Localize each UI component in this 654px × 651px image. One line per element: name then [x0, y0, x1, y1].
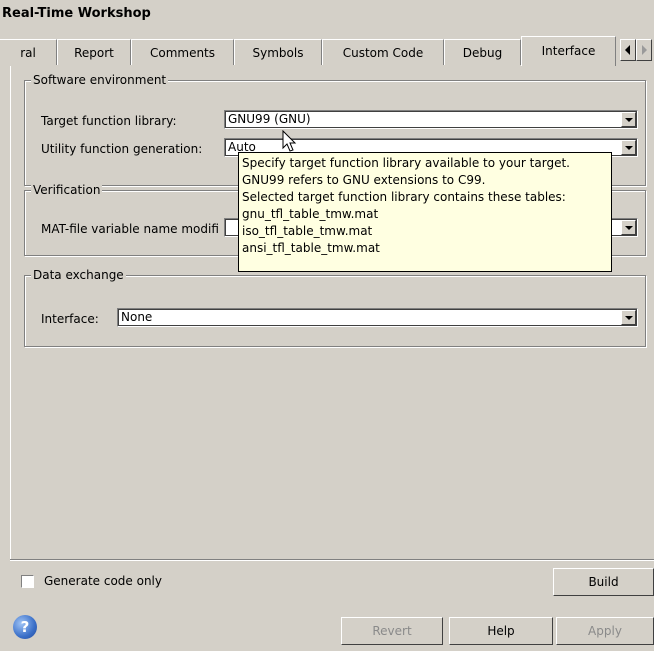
tfl-select[interactable]: GNU99 (GNU)	[224, 110, 638, 129]
tooltip-line: gnu_tfl_table_tmw.mat	[242, 207, 379, 221]
tab-scroll-left-button[interactable]	[620, 39, 636, 61]
apply-button[interactable]: Apply	[556, 617, 654, 645]
tooltip-line: Specify target function library availabl…	[242, 156, 570, 170]
arrow-right-icon	[642, 45, 647, 55]
tab-comments[interactable]: Comments	[131, 39, 234, 65]
tfl-value: GNU99 (GNU)	[228, 112, 311, 126]
tab-panel: Software environment Target function lib…	[10, 66, 654, 560]
tab-strip: ral Report Comments Symbols Custom Code …	[0, 36, 654, 66]
chevron-down-icon[interactable]	[621, 140, 636, 155]
footer-separator	[10, 559, 654, 561]
interface-label: Interface:	[41, 312, 99, 326]
tfl-label: Target function library:	[41, 114, 177, 128]
chevron-down-icon[interactable]	[621, 112, 636, 127]
tooltip-line: iso_tfl_table_tmw.mat	[242, 224, 373, 238]
chevron-down-icon[interactable]	[621, 220, 636, 235]
group-legend: Software environment	[31, 73, 169, 87]
mouse-cursor-icon	[282, 130, 297, 152]
group-legend: Verification	[31, 183, 103, 197]
interface-select[interactable]: None	[117, 308, 638, 327]
chevron-down-icon[interactable]	[621, 310, 636, 325]
build-button[interactable]: Build	[553, 568, 654, 596]
help-button[interactable]: Help	[449, 617, 553, 645]
tab-scroll-right-button[interactable]	[636, 39, 652, 61]
tab-interface[interactable]: Interface	[521, 36, 616, 66]
mat-label: MAT-file variable name modifi	[41, 222, 219, 236]
group-legend: Data exchange	[31, 268, 126, 282]
tooltip-line: ansi_tfl_table_tmw.mat	[242, 241, 380, 255]
tooltip: Specify target function library availabl…	[238, 152, 612, 272]
arrow-left-icon	[625, 45, 630, 55]
tab-symbols[interactable]: Symbols	[234, 39, 322, 65]
tab-report[interactable]: Report	[57, 39, 131, 65]
tab-custom-code[interactable]: Custom Code	[322, 39, 444, 65]
interface-value: None	[121, 310, 153, 324]
tooltip-line: GNU99 refers to GNU extensions to C99.	[242, 173, 486, 187]
generate-code-only-checkbox[interactable]	[21, 575, 34, 588]
window-title: Real-Time Workshop	[2, 6, 151, 21]
tooltip-line: Selected target function library contain…	[242, 190, 566, 204]
group-data-exchange: Data exchange Interface: None	[24, 268, 646, 347]
revert-button[interactable]: Revert	[341, 617, 443, 645]
util-label: Utility function generation:	[41, 142, 203, 156]
help-icon[interactable]: ?	[13, 615, 37, 639]
tab-general[interactable]: ral	[0, 39, 57, 65]
tab-debug[interactable]: Debug	[444, 39, 521, 65]
generate-code-only-label: Generate code only	[44, 574, 162, 588]
